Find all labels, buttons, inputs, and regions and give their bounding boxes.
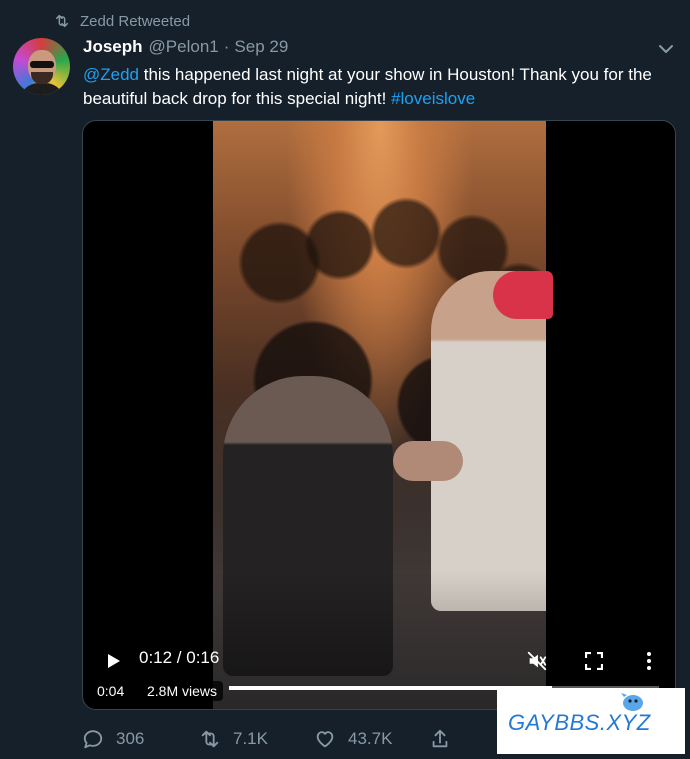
mention-link[interactable]: @Zedd bbox=[83, 65, 139, 84]
reply-button[interactable]: 306 bbox=[82, 728, 144, 750]
retweet-count: 7.1K bbox=[233, 729, 268, 748]
retweet-context-label: Zedd Retweeted bbox=[80, 12, 191, 30]
video-frame bbox=[213, 121, 553, 709]
tweet-header: Joseph @Pelon1 · Sep 29 bbox=[83, 37, 288, 57]
heart-icon bbox=[316, 731, 334, 748]
watermark: GAYBBS.XYZ bbox=[497, 688, 685, 754]
reply-icon bbox=[83, 730, 103, 749]
share-button[interactable] bbox=[430, 728, 462, 750]
hashtag-link[interactable]: #loveislove bbox=[391, 89, 475, 108]
share-icon bbox=[432, 729, 448, 748]
retweet-icon bbox=[201, 730, 219, 748]
views-badge: 2.8M views bbox=[141, 681, 224, 701]
like-button[interactable]: 43.7K bbox=[314, 728, 392, 750]
like-count: 43.7K bbox=[348, 729, 393, 748]
watermark-text: GAYBBS.XYZ bbox=[508, 710, 651, 735]
retweet-icon bbox=[54, 13, 70, 29]
avatar[interactable] bbox=[13, 38, 70, 95]
tweet-date[interactable]: Sep 29 bbox=[234, 37, 288, 57]
author-name[interactable]: Joseph bbox=[83, 37, 143, 57]
video-time: 0:12 / 0:16 bbox=[139, 648, 220, 667]
reply-count: 306 bbox=[116, 729, 145, 748]
fullscreen-icon[interactable] bbox=[584, 651, 604, 671]
timestamp-badge: 0:04 bbox=[93, 681, 129, 701]
more-options-icon[interactable] bbox=[646, 651, 652, 671]
chevron-down-icon[interactable] bbox=[658, 42, 674, 56]
volume-muted-icon[interactable] bbox=[526, 650, 548, 672]
retweet-button[interactable]: 7.1K bbox=[199, 728, 268, 750]
author-handle[interactable]: @Pelon1 bbox=[149, 37, 219, 57]
play-icon[interactable] bbox=[107, 653, 121, 669]
tweet-text: @Zedd this happened last night at your s… bbox=[83, 63, 673, 111]
video-player[interactable]: 0:12 / 0:16 0:04 2.8M views bbox=[82, 120, 676, 710]
retweet-context[interactable]: Zedd Retweeted bbox=[54, 11, 190, 31]
separator-dot: · bbox=[223, 37, 230, 56]
tweet-body: this happened last night at your show in… bbox=[83, 65, 652, 108]
